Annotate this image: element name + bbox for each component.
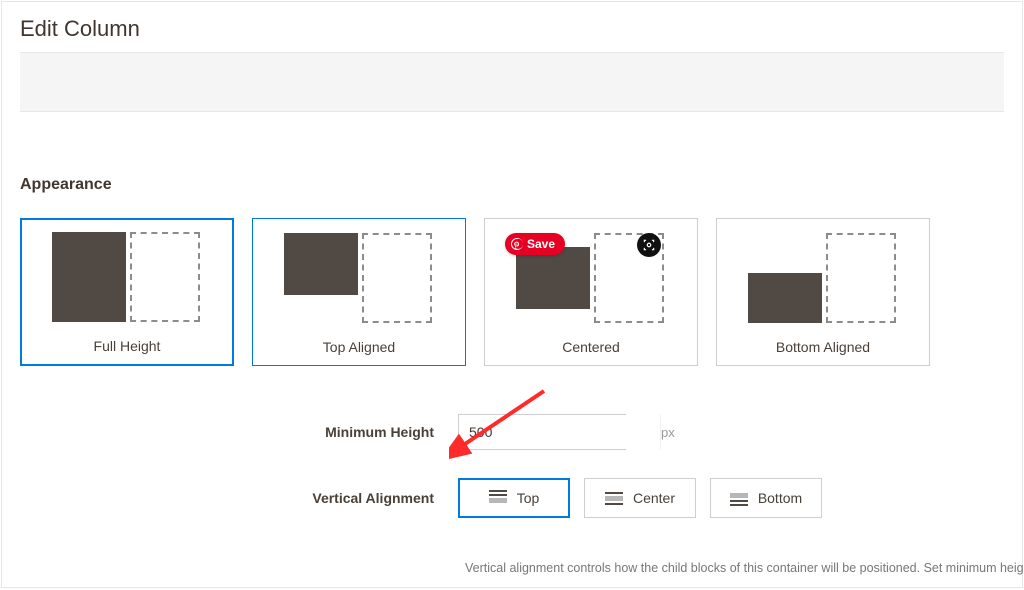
visual-search-button[interactable] bbox=[637, 233, 661, 257]
align-top-icon bbox=[489, 490, 507, 506]
solid-block-icon bbox=[52, 232, 126, 322]
valign-buttons: Top Center Bottom bbox=[458, 478, 822, 518]
valign-center-label: Center bbox=[633, 490, 675, 506]
appearance-label: Full Height bbox=[94, 338, 161, 354]
min-height-input[interactable] bbox=[459, 415, 660, 449]
min-height-label: Minimum Height bbox=[20, 424, 458, 440]
valign-bottom-button[interactable]: Bottom bbox=[710, 478, 822, 518]
panel-header-bar bbox=[20, 52, 1004, 112]
align-bottom-icon bbox=[730, 490, 748, 506]
valign-top-button[interactable]: Top bbox=[458, 478, 570, 518]
valign-label: Vertical Alignment bbox=[20, 490, 458, 506]
pinterest-save-label: Save bbox=[527, 237, 555, 251]
visual-search-icon bbox=[642, 238, 656, 252]
appearance-options: Full Height Top Aligned Save Centered bbox=[20, 218, 1004, 366]
appearance-full-height[interactable]: Full Height bbox=[20, 218, 234, 366]
min-height-unit: px bbox=[660, 415, 675, 449]
appearance-top-aligned[interactable]: Top Aligned bbox=[252, 218, 466, 366]
solid-block-icon bbox=[516, 247, 590, 309]
valign-hint: Vertical alignment controls how the chil… bbox=[465, 561, 1024, 575]
appearance-label: Centered bbox=[562, 339, 620, 355]
appearance-full-height-art bbox=[42, 232, 212, 328]
solid-block-icon bbox=[748, 273, 822, 323]
appearance-bottom-aligned-art bbox=[738, 233, 908, 329]
pinterest-save-button[interactable]: Save bbox=[505, 233, 565, 255]
appearance-label: Bottom Aligned bbox=[776, 339, 870, 355]
panel-title: Edit Column bbox=[20, 2, 1004, 52]
appearance-top-aligned-art bbox=[274, 233, 444, 329]
appearance-heading: Appearance bbox=[20, 176, 1004, 194]
dashed-block-icon bbox=[362, 233, 432, 323]
appearance-centered[interactable]: Save Centered bbox=[484, 218, 698, 366]
min-height-row: Minimum Height px bbox=[20, 414, 1004, 450]
solid-block-icon bbox=[284, 233, 358, 295]
appearance-bottom-aligned[interactable]: Bottom Aligned bbox=[716, 218, 930, 366]
edit-column-panel: Edit Column Appearance Full Height Top A… bbox=[1, 1, 1023, 588]
align-center-icon bbox=[605, 490, 623, 506]
valign-top-label: Top bbox=[517, 490, 540, 506]
valign-bottom-label: Bottom bbox=[758, 490, 802, 506]
min-height-control: px bbox=[458, 414, 626, 450]
min-height-input-wrap: px bbox=[458, 414, 626, 450]
pinterest-icon bbox=[511, 238, 523, 250]
dashed-block-icon bbox=[130, 232, 200, 322]
valign-row: Vertical Alignment Top Center Bottom bbox=[20, 478, 1004, 518]
valign-center-button[interactable]: Center bbox=[584, 478, 696, 518]
dashed-block-icon bbox=[826, 233, 896, 323]
appearance-label: Top Aligned bbox=[323, 339, 395, 355]
